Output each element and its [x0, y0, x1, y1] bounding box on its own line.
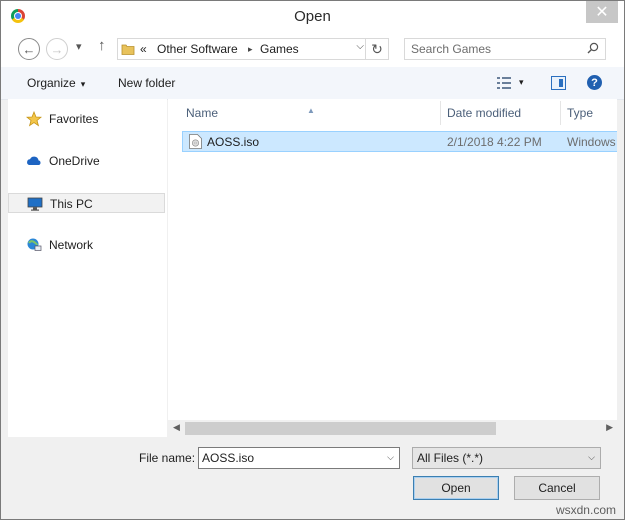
sidebar-item-network[interactable]: Network	[8, 235, 165, 255]
column-header-label: Name	[186, 106, 219, 120]
star-icon	[26, 111, 42, 127]
scroll-left-icon[interactable]: ◀	[173, 422, 180, 433]
address-bar[interactable]: « Other Software ▸ Games ⌵ ↻	[117, 38, 389, 60]
sidebar-item-onedrive[interactable]: OneDrive	[8, 151, 165, 171]
back-button[interactable]: ←	[18, 38, 40, 60]
scrollbar-thumb[interactable]	[185, 422, 496, 435]
watermark: wsxdn.com	[555, 503, 616, 517]
dialog-footer: File name: ⌵ All Files (*.*) ⌵ Open Canc…	[1, 437, 624, 519]
recent-locations-button[interactable]: ▾	[76, 40, 82, 53]
organize-label: Organize	[27, 76, 76, 90]
cancel-button[interactable]: Cancel	[514, 476, 600, 500]
breadcrumb-overflow[interactable]: «	[140, 42, 147, 56]
breadcrumb-chevron-icon[interactable]: ▸	[248, 44, 253, 55]
disc-image-file-icon	[189, 134, 202, 149]
column-header-date-modified[interactable]: Date modified	[441, 99, 560, 127]
file-name-combo: ⌵	[198, 447, 400, 469]
sidebar-item-label: OneDrive	[49, 154, 100, 168]
file-date-modified: 2/1/2018 4:22 PM	[447, 135, 542, 149]
breadcrumb-other-software[interactable]: Other Software	[157, 42, 238, 56]
breadcrumb-games[interactable]: Games	[260, 42, 299, 56]
navigation-pane: Favorites OneDrive This PC Network	[8, 99, 167, 437]
sidebar-item-favorites[interactable]: Favorites	[8, 109, 165, 129]
horizontal-scrollbar[interactable]: ◀ ▶	[168, 420, 617, 437]
chevron-down-icon: ⌵	[588, 452, 595, 462]
computer-icon	[27, 197, 43, 211]
column-header-type[interactable]: Type	[561, 99, 617, 127]
close-button[interactable]: ✕	[586, 1, 618, 23]
open-dialog: Open ✕ ← → ▾ ↑ « Other Software ▸ Games …	[0, 0, 625, 520]
file-name-label: File name:	[139, 451, 196, 465]
view-options-dropdown-icon[interactable]: ▾	[519, 77, 524, 88]
column-header-label: Date modified	[447, 106, 522, 120]
search-input[interactable]	[411, 42, 581, 56]
search-icon[interactable]	[587, 42, 599, 54]
sidebar-item-label: Favorites	[49, 112, 99, 126]
organize-button[interactable]: Organize ▾	[27, 76, 85, 90]
new-folder-button[interactable]: New folder	[118, 76, 175, 90]
help-icon[interactable]: ?	[587, 75, 602, 90]
forward-button[interactable]: →	[46, 38, 68, 60]
chevron-down-icon: ▾	[80, 79, 86, 89]
folder-icon	[121, 44, 135, 55]
network-icon	[27, 238, 42, 251]
file-type: Windows	[567, 135, 616, 149]
open-button[interactable]: Open	[413, 476, 499, 500]
sidebar-item-this-pc[interactable]: This PC	[8, 193, 165, 213]
scroll-right-icon[interactable]: ▶	[606, 422, 613, 433]
cloud-icon	[27, 156, 41, 165]
command-toolbar: Organize ▾ New folder ▾ ?	[1, 67, 624, 100]
column-header-label: Type	[567, 106, 594, 120]
title-bar: Open ✕	[1, 1, 624, 31]
sidebar-item-label: Network	[49, 238, 94, 252]
dialog-title: Open	[294, 8, 331, 25]
search-box	[404, 38, 606, 60]
column-header-name[interactable]: Name ▲	[168, 99, 440, 127]
up-button[interactable]: ↑	[98, 37, 106, 54]
sidebar-item-label: This PC	[50, 197, 93, 211]
file-type-select[interactable]: All Files (*.*) ⌵	[412, 447, 601, 469]
file-list: Name ▲ Date modified Type AOSS.iso 2/1/2…	[168, 99, 617, 420]
sort-ascending-icon: ▲	[307, 106, 315, 115]
chevron-down-icon[interactable]: ⌵	[387, 452, 394, 463]
address-dropdown-icon[interactable]: ⌵	[356, 41, 364, 52]
file-name: AOSS.iso	[207, 135, 260, 149]
navigation-bar: ← → ▾ ↑ « Other Software ▸ Games ⌵ ↻	[1, 31, 624, 67]
file-row[interactable]: AOSS.iso 2/1/2018 4:22 PM Windows	[182, 131, 617, 152]
preview-pane-icon[interactable]	[551, 76, 566, 90]
view-options-icon[interactable]	[497, 77, 511, 89]
file-type-value: All Files (*.*)	[417, 451, 484, 465]
file-name-input[interactable]	[202, 451, 372, 465]
refresh-button[interactable]: ↻	[365, 39, 388, 59]
